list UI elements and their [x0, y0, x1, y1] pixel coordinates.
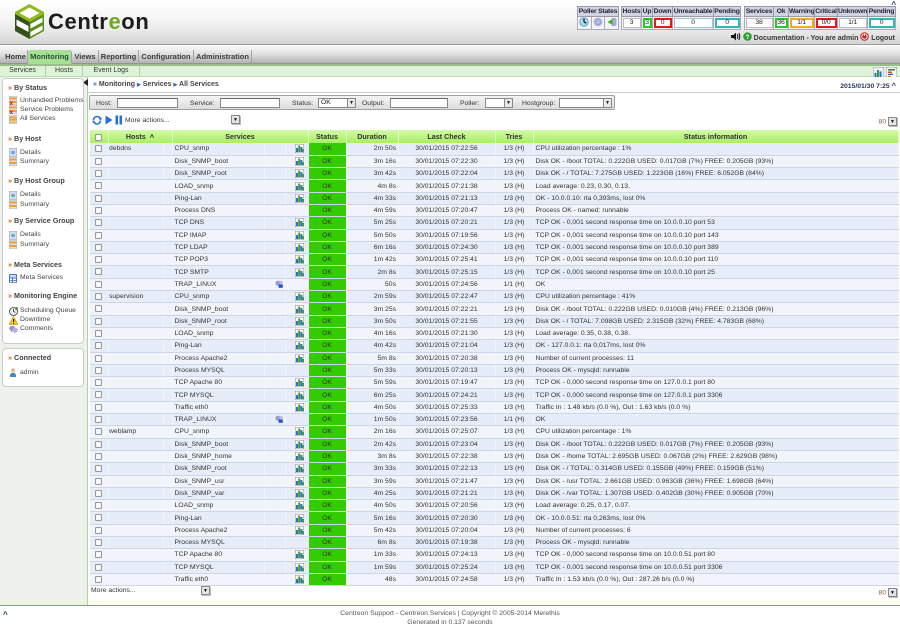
svg-text:x: x: [10, 109, 14, 114]
svg-text:?: ?: [745, 34, 749, 41]
